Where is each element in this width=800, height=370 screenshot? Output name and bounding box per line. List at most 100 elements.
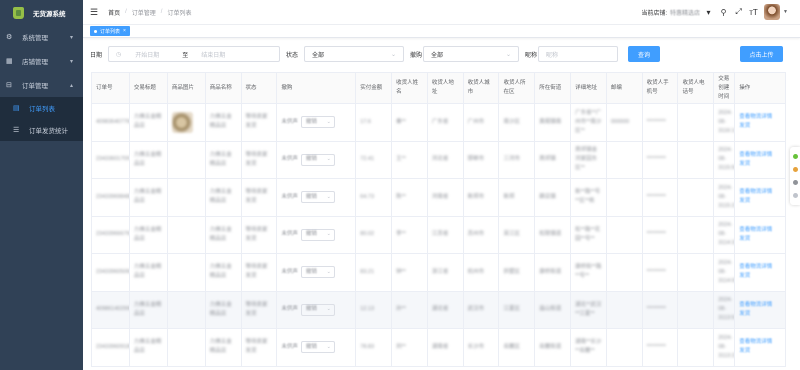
app-title: 无货源系统 [33, 10, 66, 18]
ship-link[interactable]: 发货 [739, 236, 750, 242]
column-header: 交易标题 [128, 72, 168, 104]
ship-link[interactable]: 发货 [739, 273, 750, 279]
nickname-input[interactable]: 昵称 [538, 46, 618, 62]
purchase-action-select[interactable]: 撤销 ⌄ [300, 341, 335, 354]
cell-created: 2024-08-3114:08:07 [713, 253, 736, 292]
cell-value: 康桥街道 [539, 268, 562, 275]
purchase-action-select[interactable]: 撤销 ⌄ [300, 266, 335, 279]
tag-order-list[interactable]: 订单列表 × [90, 26, 130, 36]
breadcrumb-order-list: 订单列表 [167, 10, 192, 17]
product-image[interactable] [171, 111, 193, 133]
cell-address: 河南省 [426, 178, 464, 217]
ship-link[interactable]: 发货 [739, 348, 750, 354]
cell-tel [677, 140, 715, 179]
cell-value: 广州市 [467, 118, 485, 125]
ship-link[interactable]: 发货 [739, 123, 750, 129]
cell-value: 燕郊镇 [539, 156, 556, 163]
column-header: 撤购 [276, 72, 357, 104]
purchase-action-select[interactable]: 撤销 ⌄ [300, 228, 335, 241]
breadcrumb-home[interactable]: 首页 [108, 8, 120, 17]
cell-created: 2024-08-3114:32:31 [713, 215, 736, 254]
sidebar-item-store[interactable]: ▦ 店铺管理 ▾ [0, 49, 83, 73]
view-logistics-link[interactable]: 查看物流详情 [739, 114, 772, 120]
status-value: 全部 [312, 52, 325, 59]
cell-detail: 松**路**花园**号** [570, 215, 607, 254]
purchase-status: 未供声 [281, 306, 298, 313]
font-size-icon[interactable]: тT [747, 8, 760, 17]
cell-phone: ********* [641, 140, 679, 179]
cell-created: 2024-08-3113:22:09 [713, 328, 736, 367]
breadcrumb-separator: / [125, 9, 127, 15]
status-dot-icon [792, 154, 798, 159]
status-select[interactable]: 全部 ⌄ [304, 46, 404, 62]
cell-phone: ********* [641, 103, 679, 142]
chevron-down-icon: ⌄ [390, 52, 396, 58]
sidebar-item-shipping-stats[interactable]: ☰ 订单发货统计 [0, 119, 83, 141]
search-button[interactable]: 查询 [628, 46, 660, 62]
floating-toolbar[interactable] [790, 147, 800, 205]
cell-purchase: 未供声 撤销 ⌄ [276, 215, 357, 254]
view-logistics-link[interactable]: 查看物流详情 [739, 302, 772, 308]
date-range-picker[interactable]: ◷ 开始日期 至 结束日期 [108, 46, 280, 62]
purchase-action-select[interactable]: 撤销 ⌄ [300, 191, 335, 204]
search-icon[interactable]: ⚲ [717, 8, 730, 17]
caret-down-icon[interactable]: ▾ [702, 8, 715, 17]
cell-value: ********* [646, 343, 666, 350]
ship-link[interactable]: 发货 [739, 311, 750, 317]
topbar: ☰ 首页 / 订单管理 / 订单列表 当前店铺: 特惠精选店 ▾ ⚲ ⤢ тT … [83, 0, 800, 25]
cell-detail: 湖南**长沙**岳麓** [570, 328, 607, 367]
cell-address: 浙江省 [426, 253, 464, 292]
cell-value: 康桥街**路**号** [575, 264, 602, 280]
hamburger-icon[interactable]: ☰ [90, 7, 98, 18]
active-dot-icon [94, 29, 97, 33]
cell-product: 力佛五金精品店 [204, 140, 242, 179]
column-header: 操作 [734, 72, 786, 104]
view-logistics-link[interactable]: 查看物流详情 [739, 227, 772, 233]
purchase-value: 全部 [431, 52, 444, 59]
cell-ops: 查看物流详情发货 [734, 140, 786, 179]
cell-value: 杭州市 [467, 268, 485, 275]
sidebar-item-system[interactable]: ⚙ 系统管理 ▾ [0, 25, 83, 49]
orders-submenu: ▤ 订单列表 ☰ 订单发货统计 [0, 97, 83, 141]
select-value: 撤销 [305, 118, 317, 125]
sidebar-item-orders[interactable]: ⊟ 订单管理 ▴ [0, 73, 83, 97]
purchase-action-select[interactable]: 撤销 ⌄ [300, 153, 335, 166]
purchase-status: 未供声 [281, 118, 298, 125]
purchase-status: 未供声 [281, 343, 298, 350]
cell-name: 王** [391, 140, 428, 179]
cell-image [166, 290, 206, 329]
cell-zip [605, 215, 643, 254]
sidebar-item-order-list[interactable]: ▤ 订单列表 [0, 97, 83, 119]
cell-value: 秦** [396, 118, 406, 125]
view-logistics-link[interactable]: 查看物流详情 [739, 264, 772, 270]
sidebar: 无货源系统 ⚙ 系统管理 ▾ ▦ 店铺管理 ▾ ⊟ 订单管理 ▴ ▤ 订单列表 … [0, 0, 83, 370]
current-store-name[interactable]: 特惠精选店 [670, 8, 700, 17]
table-row: 4098364077666002204力佛五金精品店力佛五金精品店等待卖家发货未… [91, 103, 786, 142]
cell-purchase: 未供声 撤销 ⌄ [276, 290, 357, 329]
ship-link[interactable]: 发货 [739, 161, 750, 167]
purchase-action-select[interactable]: 撤销 ⌄ [300, 303, 335, 316]
caret-down-icon[interactable]: ▼ [783, 9, 788, 15]
cell-value: 4098614029969171690 [96, 306, 130, 313]
select-value: 撤销 [305, 343, 317, 350]
fullscreen-icon[interactable]: ⤢ [732, 7, 745, 17]
cell-value: 李** [396, 231, 406, 238]
purchase-select[interactable]: 全部 ⌄ [423, 46, 519, 62]
cell-value: 广东省**广州市**南沙区** [575, 109, 602, 134]
ship-link[interactable]: 发货 [739, 198, 750, 204]
close-icon[interactable]: × [123, 28, 126, 34]
avatar[interactable] [764, 4, 781, 20]
cell-value: 等待卖家发货 [245, 339, 268, 355]
sidebar-item-label: 订单发货统计 [29, 128, 68, 135]
view-logistics-link[interactable]: 查看物流详情 [739, 152, 772, 158]
upload-button[interactable]: 点击上传 [740, 46, 783, 62]
purchase-action-select[interactable]: 撤销 ⌄ [300, 116, 335, 129]
cell-value: 80.02 [360, 231, 375, 238]
view-logistics-link[interactable]: 查看物流详情 [739, 339, 772, 345]
view-logistics-link[interactable]: 查看物流详情 [739, 189, 772, 195]
cell-value: 南沙区 [503, 118, 520, 125]
cell-value: 岳麓区 [503, 343, 520, 350]
chevron-down-icon: ▾ [69, 58, 73, 65]
cell-image [166, 103, 206, 142]
cell-value: 2343396091867980 [96, 343, 130, 350]
